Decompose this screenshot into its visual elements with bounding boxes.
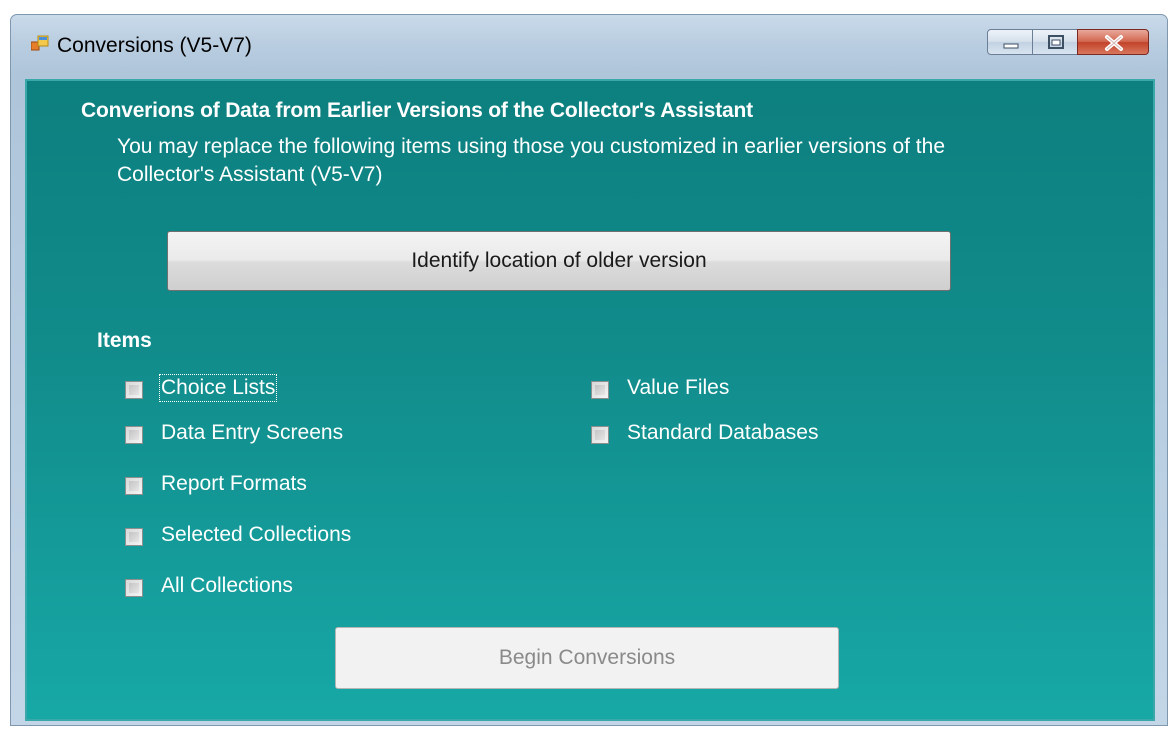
window-title: Conversions (V5-V7) — [57, 34, 252, 57]
checkbox-label[interactable]: Report Formats — [161, 472, 307, 496]
client-area: Converions of Data from Earlier Versions… — [25, 79, 1155, 721]
checkbox-label[interactable]: Selected Collections — [161, 523, 351, 547]
items-group-label: Items — [97, 329, 152, 352]
checkbox-selected-collections[interactable]: Selected Collections — [125, 522, 415, 552]
checkbox-label[interactable]: Standard Databases — [627, 421, 818, 445]
checkbox-label[interactable]: Data Entry Screens — [161, 421, 343, 445]
checkbox-data-entry-screens[interactable]: Data Entry Screens — [125, 420, 405, 450]
conversions-window: Conversions (V5-V7) Converions of Data f… — [10, 14, 1168, 726]
title-bar[interactable]: Conversions (V5-V7) — [11, 15, 1167, 79]
maximize-icon — [1048, 35, 1064, 49]
checkbox-box[interactable] — [125, 477, 143, 495]
minimize-icon — [1003, 43, 1019, 49]
checkbox-box[interactable] — [591, 426, 609, 444]
checkbox-standard-databases[interactable]: Standard Databases — [591, 420, 891, 450]
close-icon — [1105, 35, 1123, 51]
page-heading: Converions of Data from Earlier Versions… — [81, 99, 753, 122]
checkbox-value-files[interactable]: Value Files — [591, 375, 811, 405]
checkbox-label[interactable]: Value Files — [627, 376, 729, 400]
checkbox-label[interactable]: Choice Lists — [158, 374, 278, 402]
checkbox-box[interactable] — [591, 381, 609, 399]
app-window-icon — [30, 35, 49, 53]
close-button[interactable] — [1077, 29, 1149, 55]
checkbox-box[interactable] — [125, 528, 143, 546]
checkbox-report-formats[interactable]: Report Formats — [125, 471, 365, 501]
description-text: You may replace the following items usin… — [117, 135, 945, 186]
checkbox-choice-lists[interactable]: Choice Lists — [125, 374, 365, 405]
minimize-button[interactable] — [987, 29, 1033, 55]
maximize-button[interactable] — [1032, 29, 1078, 55]
checkbox-box[interactable] — [125, 381, 143, 399]
checkbox-all-collections[interactable]: All Collections — [125, 573, 365, 603]
identify-location-button[interactable]: Identify location of older version — [167, 231, 951, 291]
checkbox-label[interactable]: All Collections — [161, 574, 293, 598]
checkbox-box[interactable] — [125, 426, 143, 444]
begin-conversions-button[interactable]: Begin Conversions — [335, 627, 839, 689]
checkbox-box[interactable] — [125, 579, 143, 597]
